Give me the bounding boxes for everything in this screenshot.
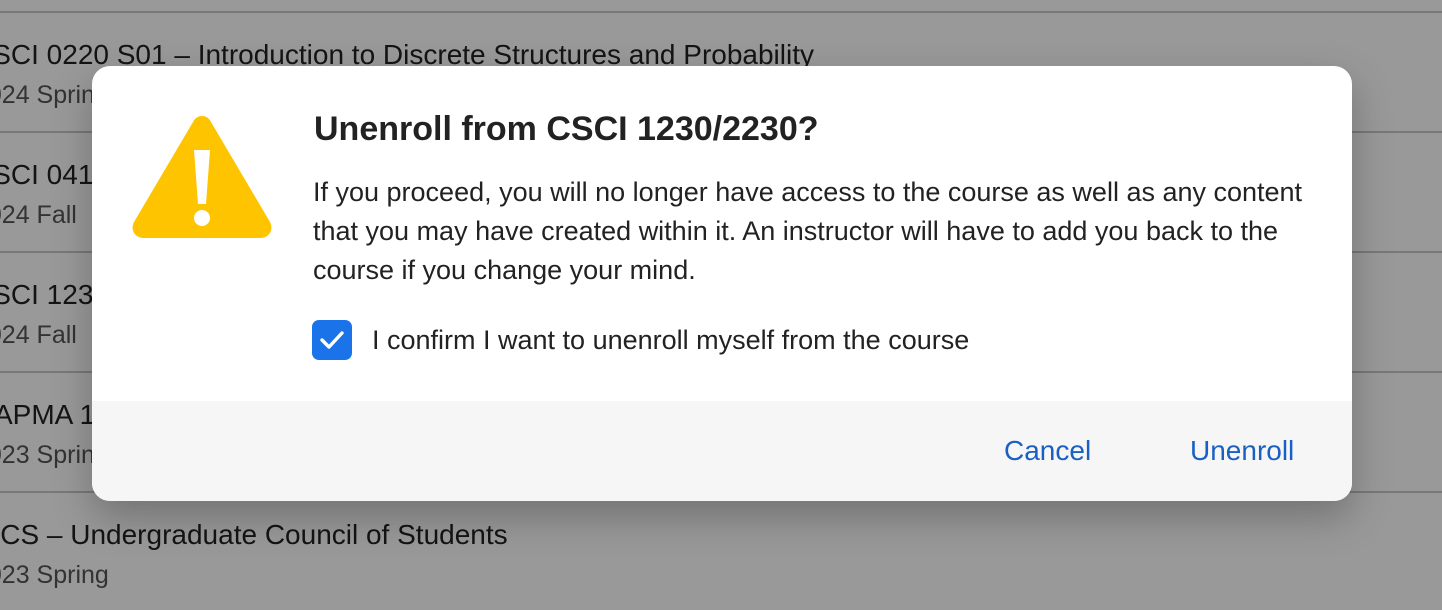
confirm-unenroll-option[interactable]: I confirm I want to unenroll myself from… — [312, 320, 969, 360]
dialog-message: If you proceed, you will no longer have … — [313, 177, 1303, 285]
unenroll-dialog: Unenroll from CSCI 1230/2230? If you pro… — [92, 66, 1352, 501]
dialog-title: Unenroll from CSCI 1230/2230? — [314, 110, 819, 148]
cancel-button[interactable]: Cancel — [1004, 435, 1091, 467]
confirm-checkbox[interactable] — [312, 320, 352, 360]
checkmark-icon — [320, 331, 344, 349]
dialog-footer: Cancel Unenroll — [92, 401, 1352, 501]
warning-icon — [130, 110, 274, 240]
confirm-label: I confirm I want to unenroll myself from… — [372, 324, 970, 355]
unenroll-button[interactable]: Unenroll — [1190, 435, 1294, 467]
